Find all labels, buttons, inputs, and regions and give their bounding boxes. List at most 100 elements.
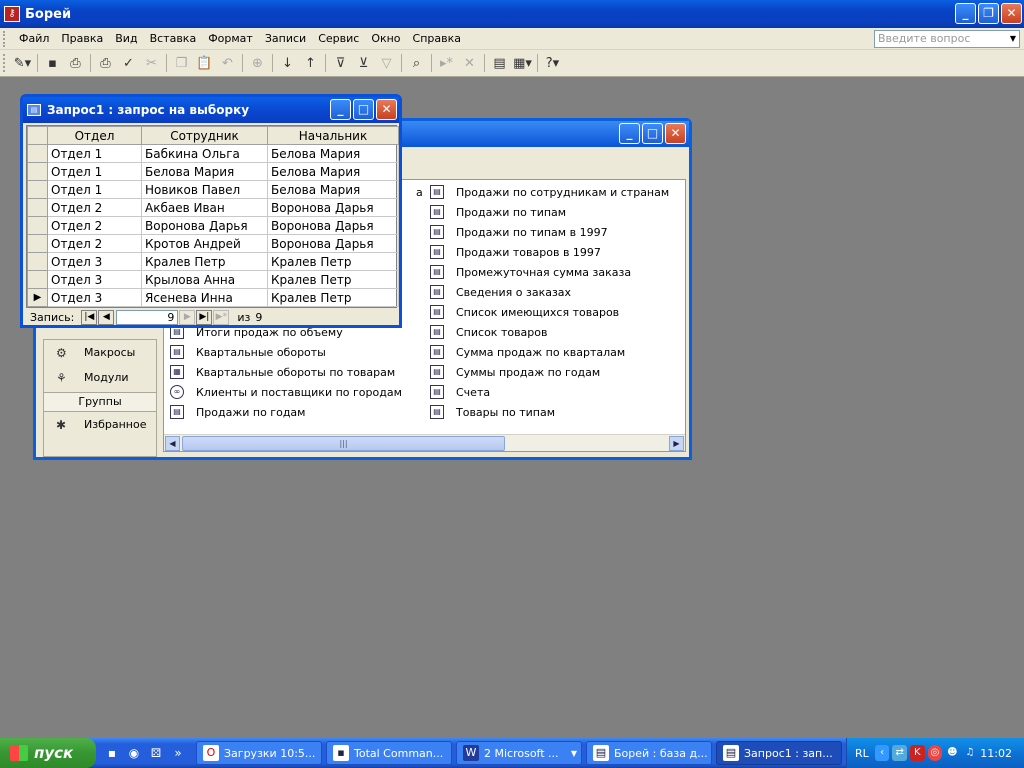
scroll-right-icon[interactable]: ▶ bbox=[669, 436, 684, 451]
dice-icon[interactable]: ⚄ bbox=[148, 745, 164, 761]
table-cell[interactable]: Белова Мария bbox=[141, 162, 268, 181]
list-item[interactable]: ▤ Суммы продаж по годам bbox=[430, 362, 600, 382]
floppy-icon[interactable]: ▪ bbox=[104, 745, 120, 761]
app-title-bar[interactable]: ⚷ Борей _ ❐ ✕ bbox=[0, 0, 1024, 28]
chevron-down-icon[interactable]: ▼ bbox=[1007, 31, 1019, 47]
list-item[interactable]: ▤ Сумма продаж по кварталам bbox=[430, 342, 625, 362]
table-cell[interactable]: Крылова Анна bbox=[141, 270, 268, 289]
query-window[interactable]: ▤ Запрос1 : запрос на выборку _ □ ✕ Отде… bbox=[20, 94, 402, 328]
list-item[interactable]: ▤ Счета bbox=[430, 382, 490, 402]
groups-header[interactable]: Группы bbox=[44, 392, 156, 412]
maximize-button[interactable]: □ bbox=[353, 99, 374, 120]
media-player-icon[interactable]: ◉ bbox=[126, 745, 142, 761]
list-item[interactable]: ▤ Продажи по типам в 1997 bbox=[430, 222, 608, 242]
taskbar-task-borey-db[interactable]: ▤ Борей : база д... bbox=[586, 741, 712, 765]
close-button[interactable]: ✕ bbox=[665, 123, 686, 144]
table-cell[interactable]: Отдел 2 bbox=[47, 234, 142, 253]
new-record-icon[interactable]: ▶* bbox=[213, 309, 230, 325]
table-cell[interactable]: Отдел 3 bbox=[47, 270, 142, 289]
row-selector[interactable] bbox=[27, 252, 48, 271]
language-indicator[interactable]: RL bbox=[855, 747, 869, 760]
list-item[interactable]: ▦ Квартальные обороты по товарам bbox=[170, 362, 395, 382]
table-cell[interactable]: Воронова Дарья bbox=[141, 216, 268, 235]
row-selector[interactable] bbox=[27, 270, 48, 289]
scrollbar-thumb[interactable]: ||| bbox=[182, 436, 505, 451]
minimize-button[interactable]: _ bbox=[619, 123, 640, 144]
clock[interactable]: 11:02 bbox=[980, 747, 1012, 760]
table-cell[interactable]: Воронова Дарья bbox=[267, 198, 399, 217]
toolbar-grip[interactable] bbox=[3, 30, 7, 47]
design-icon[interactable]: ✎▾ bbox=[11, 52, 34, 74]
restore-button[interactable]: ❐ bbox=[978, 3, 999, 24]
audio-icon[interactable]: ♫ bbox=[963, 745, 978, 761]
tray-collapse-icon[interactable]: ‹ bbox=[874, 745, 890, 761]
table-cell[interactable]: Отдел 3 bbox=[47, 288, 142, 307]
filter-selection-icon[interactable]: ⊽ bbox=[329, 52, 352, 74]
first-record-icon[interactable]: |◀ bbox=[81, 309, 98, 325]
column-header-employee[interactable]: Сотрудник bbox=[141, 126, 268, 145]
table-cell[interactable]: Бабкина Ольга bbox=[141, 144, 268, 163]
new-object-icon[interactable]: ▦▾ bbox=[511, 52, 534, 74]
menu-insert[interactable]: Вставка bbox=[144, 32, 203, 45]
table-cell[interactable]: Воронова Дарья bbox=[267, 216, 399, 235]
list-item[interactable]: ▤ Продажи по типам bbox=[430, 202, 566, 222]
menu-window[interactable]: Окно bbox=[365, 32, 406, 45]
row-selector[interactable] bbox=[27, 234, 48, 253]
table-cell[interactable]: Белова Мария bbox=[267, 144, 399, 163]
menu-tools[interactable]: Сервис bbox=[312, 32, 365, 45]
menu-view[interactable]: Вид bbox=[109, 32, 143, 45]
query-window-title-bar[interactable]: ▤ Запрос1 : запрос на выборку _ □ ✕ bbox=[23, 97, 399, 123]
list-item[interactable]: ▤ Товары по типам bbox=[430, 402, 555, 422]
groups-item-favorites[interactable]: ✱ Избранное bbox=[44, 412, 156, 437]
messenger-icon[interactable]: ☻ bbox=[945, 745, 960, 761]
table-cell[interactable]: Отдел 2 bbox=[47, 216, 142, 235]
hyperlink-icon[interactable]: ⊕ bbox=[246, 52, 269, 74]
list-item[interactable]: ▤ Квартальные обороты bbox=[170, 342, 326, 362]
table-cell[interactable]: Акбаев Иван bbox=[141, 198, 268, 217]
key-icon[interactable]: ⚷ bbox=[4, 6, 20, 22]
chevron-down-icon[interactable]: ▼ bbox=[571, 749, 577, 758]
column-header-department[interactable]: Отдел bbox=[47, 126, 142, 145]
apply-filter-icon[interactable]: ▽ bbox=[375, 52, 398, 74]
row-selector[interactable] bbox=[27, 180, 48, 199]
objects-item-modules[interactable]: ⚘ Модули bbox=[44, 365, 156, 390]
list-item[interactable]: ▤ Продажи товаров в 1997 bbox=[430, 242, 601, 262]
current-row-marker-icon[interactable]: ▶ bbox=[27, 288, 48, 307]
next-record-icon[interactable]: ▶ bbox=[179, 309, 196, 325]
toolbar-grip[interactable] bbox=[3, 54, 7, 72]
table-cell[interactable]: Новиков Павел bbox=[141, 180, 268, 199]
menu-edit[interactable]: Правка bbox=[55, 32, 109, 45]
database-window-icon[interactable]: ▤ bbox=[488, 52, 511, 74]
table-cell[interactable]: Ясенева Инна bbox=[141, 288, 268, 307]
table-cell[interactable]: Белова Мария bbox=[267, 162, 399, 181]
minimize-button[interactable]: _ bbox=[330, 99, 351, 120]
quicklaunch-more-icon[interactable]: » bbox=[170, 745, 186, 761]
paste-icon[interactable]: 📋 bbox=[193, 52, 216, 74]
menu-help[interactable]: Справка bbox=[407, 32, 467, 45]
table-cell[interactable]: Отдел 1 bbox=[47, 144, 142, 163]
last-record-icon[interactable]: ▶| bbox=[196, 309, 213, 325]
cut-icon[interactable]: ✂ bbox=[140, 52, 163, 74]
taskbar-task-word[interactable]: W 2 Microsoft ... ▼ bbox=[456, 741, 582, 765]
table-cell[interactable]: Отдел 1 bbox=[47, 180, 142, 199]
sort-asc-icon[interactable]: ↓ bbox=[276, 52, 299, 74]
column-header-manager[interactable]: Начальник bbox=[267, 126, 399, 145]
filter-form-icon[interactable]: ⊻ bbox=[352, 52, 375, 74]
undo-icon[interactable]: ↶ bbox=[216, 52, 239, 74]
taskbar-task-query1[interactable]: ▤ Запрос1 : зап... bbox=[716, 741, 842, 765]
list-item[interactable]: ▤ Промежуточная сумма заказа bbox=[430, 262, 631, 282]
delete-record-icon[interactable]: ✕ bbox=[458, 52, 481, 74]
table-cell[interactable]: Кралев Петр bbox=[141, 252, 268, 271]
network-icon[interactable]: ⇄ bbox=[892, 745, 907, 761]
table-cell[interactable]: Отдел 3 bbox=[47, 252, 142, 271]
row-selector[interactable] bbox=[27, 144, 48, 163]
antivirus-icon[interactable]: K bbox=[909, 745, 925, 761]
select-all-cell[interactable] bbox=[27, 126, 48, 145]
taskbar-task-downloads[interactable]: O Загрузки 10:5... bbox=[196, 741, 322, 765]
copy-icon[interactable]: ❐ bbox=[170, 52, 193, 74]
start-button[interactable]: пуск bbox=[0, 738, 96, 768]
menu-file[interactable]: Файл bbox=[13, 32, 55, 45]
spellcheck-icon[interactable]: ✓ bbox=[117, 52, 140, 74]
list-item[interactable]: ▤ Продажи по годам bbox=[170, 402, 305, 422]
row-selector[interactable] bbox=[27, 162, 48, 181]
